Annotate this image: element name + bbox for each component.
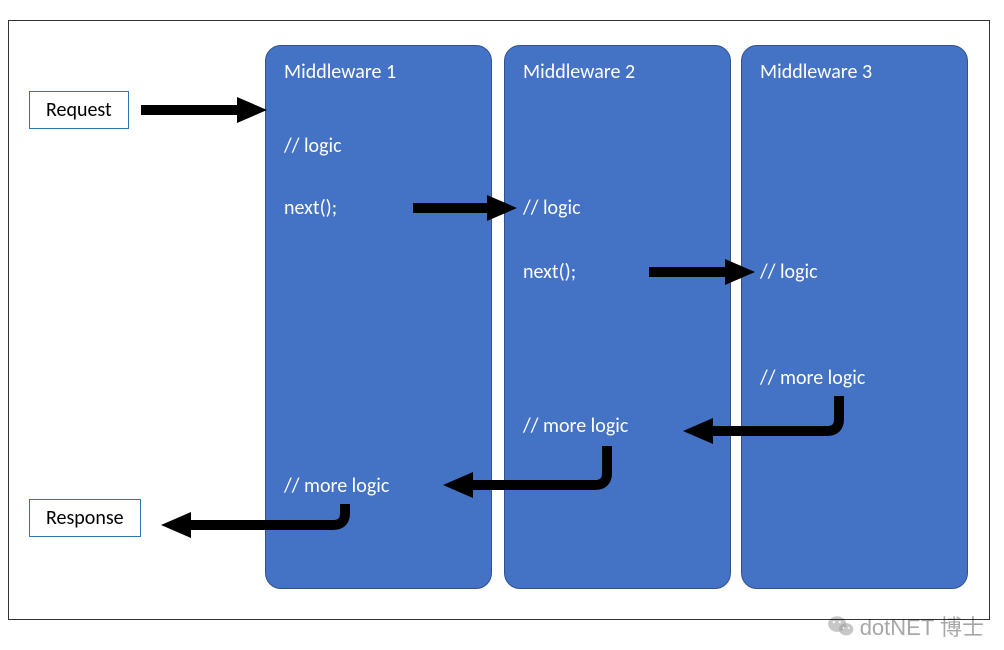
response-label: Response (46, 506, 124, 530)
middleware-3-box: Middleware 3 // logic // more logic (741, 45, 968, 589)
middleware-3-title: Middleware 3 (760, 60, 872, 84)
middleware-2-more: // more logic (523, 414, 628, 438)
watermark-text: dotNET 博士 (860, 610, 984, 642)
middleware-1-box: Middleware 1 // logic next(); // more lo… (265, 45, 492, 589)
cropped-header-fragment: ▁▁▁▁▁▁▁▁▁▁▁ (0, 0, 1004, 16)
middleware-1-next: next(); (284, 196, 337, 220)
middleware-1-more: // more logic (284, 474, 389, 498)
middleware-2-title: Middleware 2 (523, 60, 635, 84)
arrow-request-to-mw1-icon (141, 97, 271, 123)
middleware-3-more: // more logic (760, 366, 865, 390)
middleware-2-logic: // logic (523, 196, 581, 220)
middleware-1-logic: // logic (284, 134, 342, 158)
diagram-frame: Request Response Middleware 1 // logic n… (8, 20, 990, 620)
wechat-icon (828, 615, 854, 637)
request-label: Request (46, 98, 112, 122)
middleware-1-title: Middleware 1 (284, 60, 396, 84)
middleware-2-next: next(); (523, 260, 576, 284)
watermark: dotNET 博士 (828, 610, 984, 642)
response-box: Response (29, 499, 141, 537)
middleware-3-logic: // logic (760, 260, 818, 284)
request-box: Request (29, 91, 129, 129)
middleware-2-box: Middleware 2 // logic next(); // more lo… (504, 45, 731, 589)
